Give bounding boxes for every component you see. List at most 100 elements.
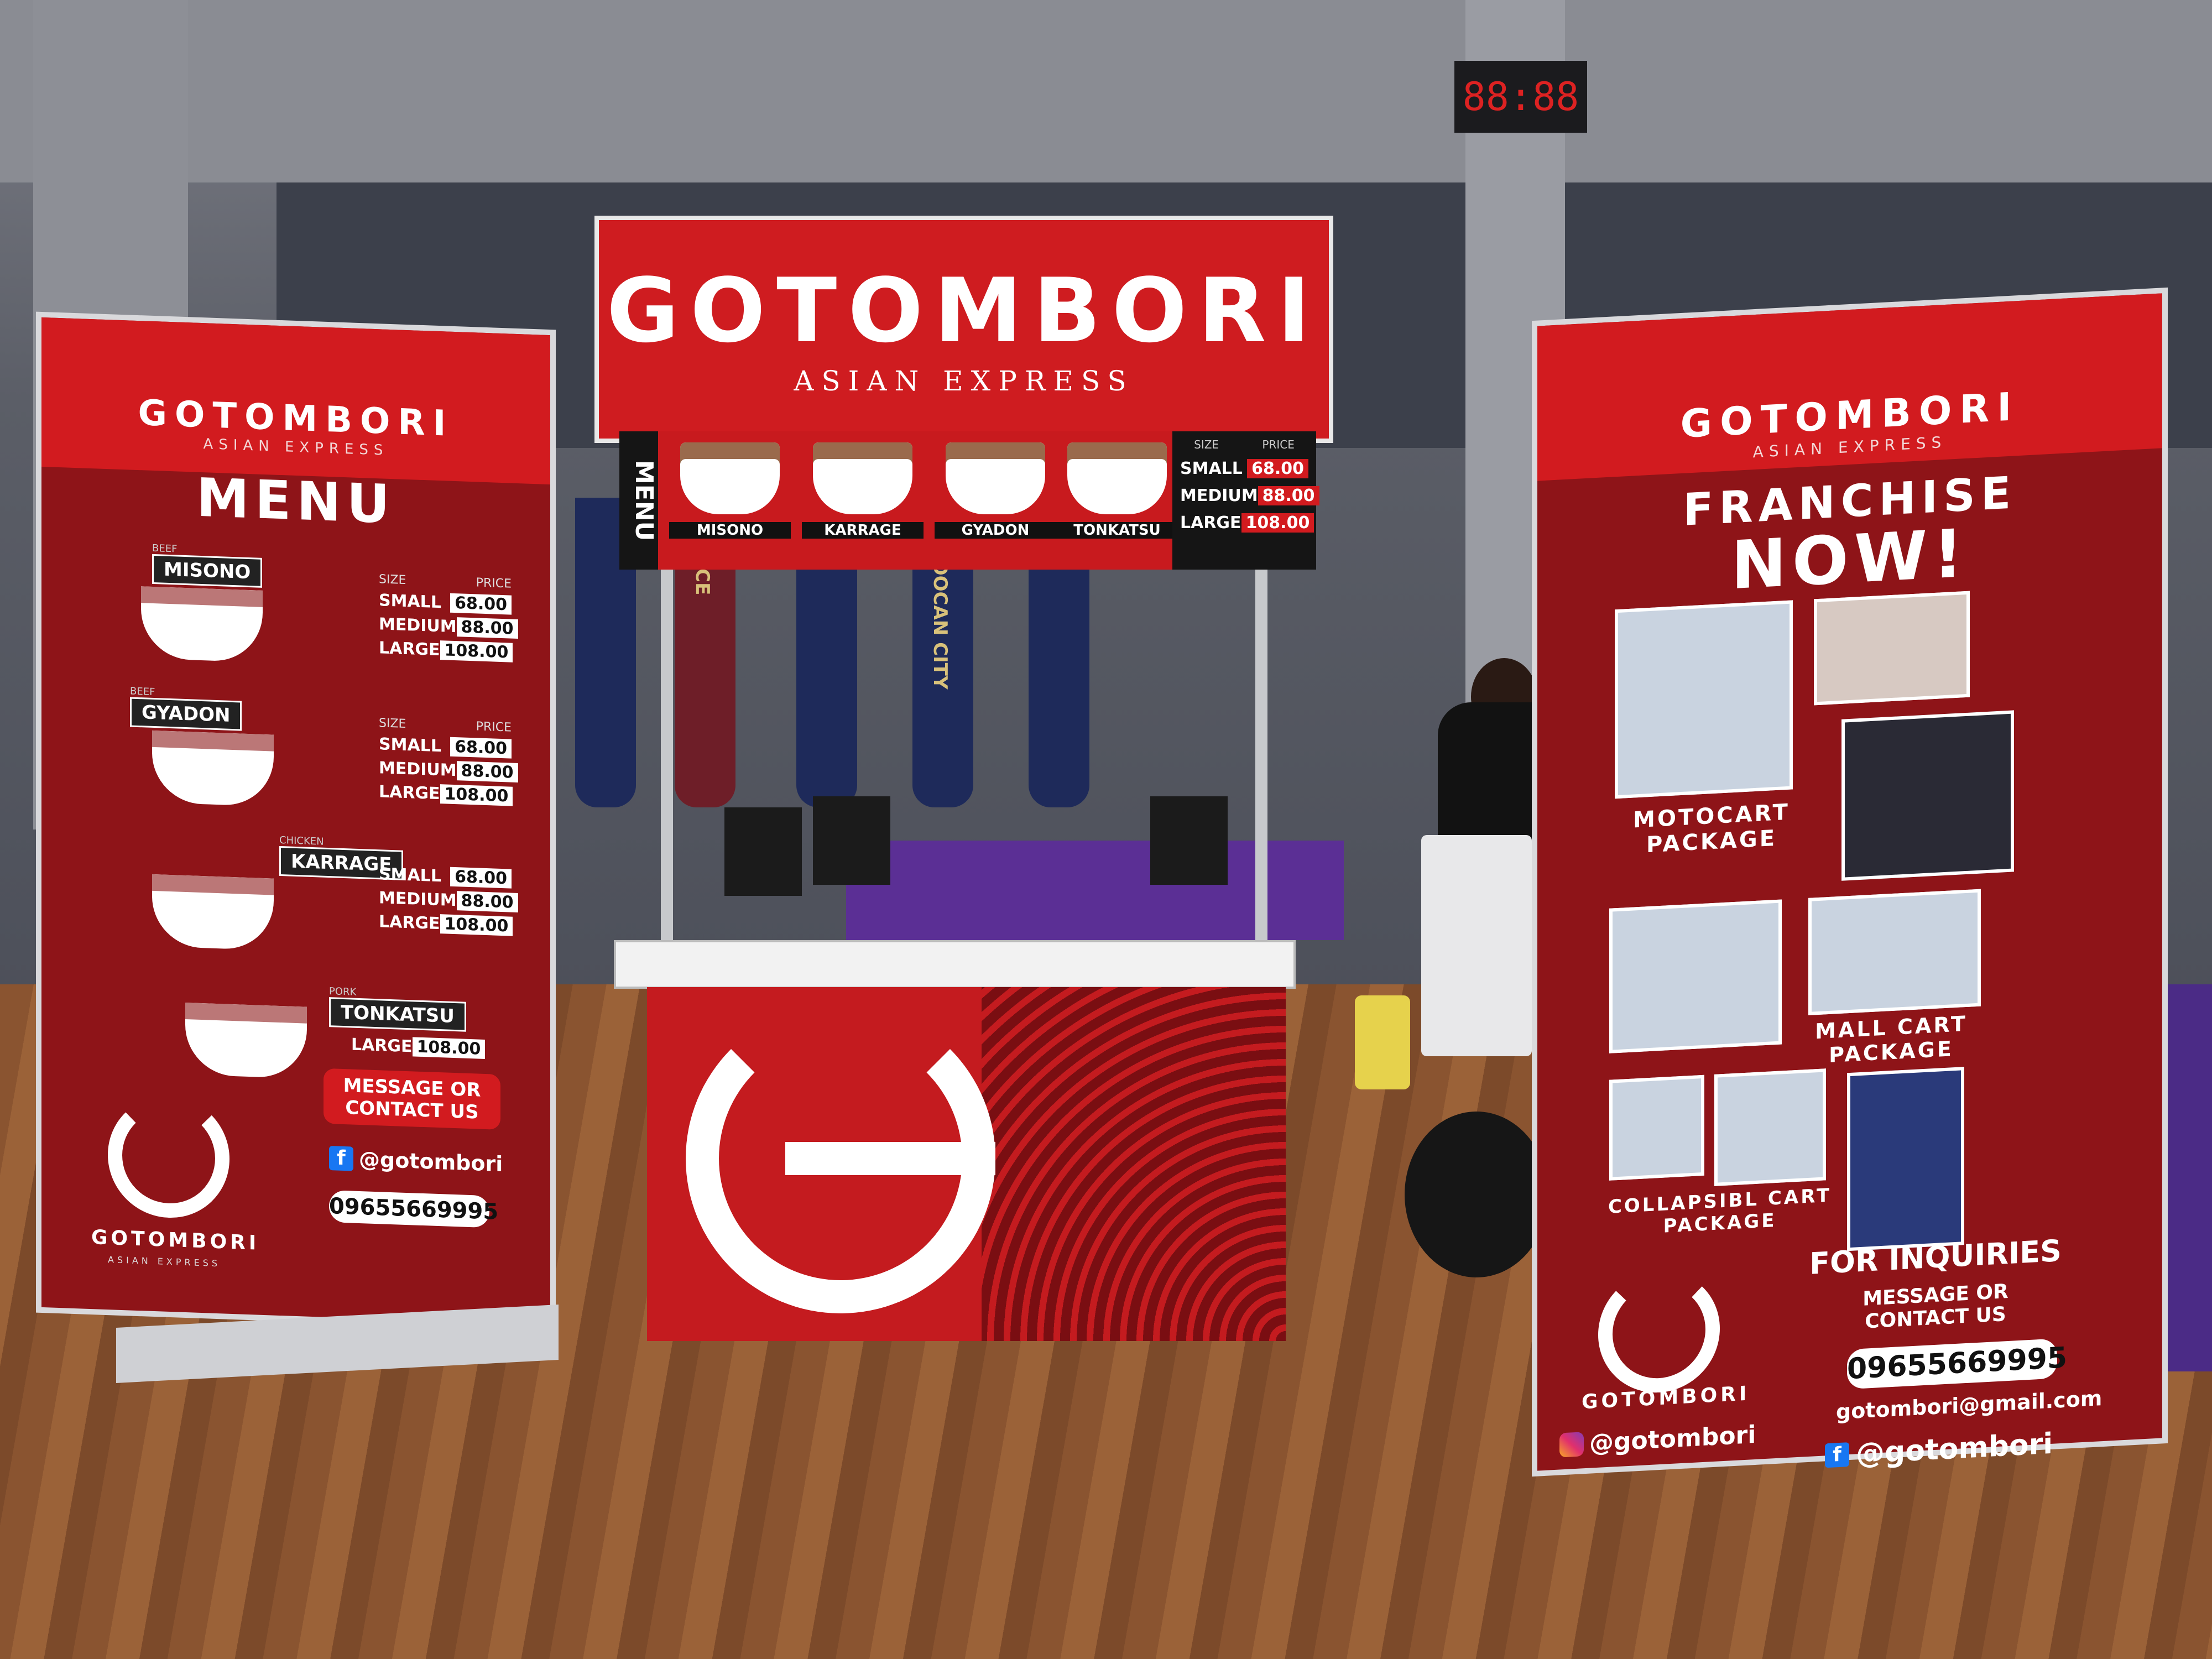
banner-header: GOTOMBORI ASIAN EXPRESS	[41, 317, 550, 485]
person-legs	[1421, 835, 1532, 1056]
purple-table	[846, 841, 1344, 940]
dish-image	[1067, 442, 1167, 514]
g-logo	[108, 1094, 229, 1220]
logo-brand: GOTOMBORI	[91, 1226, 260, 1255]
price-value: 88.00	[456, 761, 518, 783]
package-label: MOTOCART PACKAGE	[1633, 799, 1790, 858]
price-value: 68.00	[1247, 459, 1308, 478]
size-label: MEDIUM	[379, 614, 457, 637]
size-label: SMALL	[1180, 459, 1243, 478]
size-label: LARGE	[379, 638, 440, 660]
instagram-text: @gotombori	[1589, 1420, 1756, 1458]
contact-cta: MESSAGE OR CONTACT US	[1863, 1280, 2008, 1333]
g-logo-bar	[785, 1142, 995, 1175]
price-value: 108.00	[1241, 513, 1314, 533]
menu-strip: MENU MISONO KARRAGE GYADON TONKATSU SIZE…	[619, 431, 1319, 570]
dish-image	[152, 874, 274, 951]
price-value: 68.00	[450, 867, 512, 889]
digital-clock: 88:88	[1454, 61, 1587, 133]
price-list: SIZE PRICE SMALL 68.00 MEDIUM 88.00 LARGE 10…	[379, 572, 518, 666]
trash-bag	[1405, 1112, 1548, 1277]
size-label: MEDIUM	[379, 758, 457, 781]
contact-cta: MESSAGE OR CONTACT US	[324, 1068, 500, 1130]
strip-item-name: MISONO	[669, 522, 791, 539]
dish-image	[680, 442, 780, 514]
price-header: PRICE	[476, 576, 512, 591]
price-header: PRICE	[1262, 438, 1295, 451]
sign-subtitle: ASIAN EXPRESS	[794, 365, 1134, 397]
size-header: SIZE	[379, 572, 406, 587]
package-label: COLLAPSIBL CART PACKAGE	[1608, 1184, 1832, 1238]
kiosk-sign: GOTOMBORI ASIAN EXPRESS	[594, 216, 1333, 443]
facebook-text: @gotombori	[359, 1146, 503, 1177]
strip-item-name: TONKATSU	[1056, 522, 1178, 539]
size-label: LARGE	[379, 782, 440, 804]
dish-misono: BEEF MISONO	[152, 542, 263, 588]
dish-name: TONKATSU	[329, 997, 466, 1032]
size-label: LARGE	[1180, 513, 1241, 533]
strip-item-name: KARRAGE	[802, 522, 924, 539]
instagram-handle: @gotombori	[1559, 1421, 1756, 1459]
franchise-banner: GOTOMBORI ASIAN EXPRESS FRANCHISE NOW! M…	[1537, 293, 2162, 1471]
cart-photo	[1847, 1067, 1964, 1251]
facebook-icon: f	[1825, 1442, 1849, 1468]
inquiries-heading: FOR INQUIRIES	[1809, 1233, 2062, 1281]
chair	[724, 807, 802, 896]
price-value: 88.00	[456, 617, 518, 639]
price-value: 88.00	[1258, 486, 1319, 505]
email-address: gotombori@gmail.com	[1836, 1386, 2103, 1425]
chair	[1150, 796, 1228, 885]
motocart-render	[1814, 591, 1970, 706]
dish-image	[185, 1003, 307, 1079]
counter-top	[614, 940, 1296, 989]
strip-item-gyadon: GYADON	[935, 442, 1056, 559]
price-list: LARGE 108.00	[351, 1030, 486, 1063]
kiosk-pole	[1255, 570, 1267, 968]
package-label: MALL CART PACKAGE	[1815, 1011, 1968, 1067]
strip-item-tonkatsu: TONKATSU	[1056, 442, 1178, 559]
instagram-icon	[1559, 1431, 1584, 1458]
kiosk-pole	[661, 570, 673, 946]
size-label: SMALL	[379, 734, 441, 757]
collapsible-cart-render	[1609, 1074, 1704, 1181]
banner-header: GOTOMBORI ASIAN EXPRESS	[1537, 293, 2162, 481]
strip-price-list: SIZE PRICE SMALL 68.00 MEDIUM 88.00 LARG…	[1172, 431, 1319, 570]
yellow-jug	[1355, 995, 1410, 1089]
kiosk-counter	[647, 987, 1286, 1341]
strip-item-misono: MISONO	[669, 442, 791, 559]
size-label: SMALL	[379, 864, 441, 886]
facebook-icon: f	[329, 1146, 353, 1171]
size-header: SIZE	[1194, 438, 1219, 451]
price-value: 108.00	[440, 914, 513, 936]
logo-subtitle: ASIAN EXPRESS	[108, 1254, 221, 1269]
wave-pattern	[982, 987, 1286, 1341]
price-list: SIZE PRICE SMALL 68.00 MEDIUM 88.00 LARGE 10…	[379, 716, 518, 810]
size-header: SIZE	[379, 716, 406, 731]
dish-image	[141, 586, 263, 662]
size-label: LARGE	[379, 912, 440, 934]
chair	[813, 796, 890, 885]
price-list: SMALL 68.00 MEDIUM 88.00 LARGE 108.00	[379, 860, 518, 940]
strip-menu-label: MENU	[619, 431, 658, 570]
mall-cart-render	[1609, 899, 1782, 1053]
cart-photo	[1841, 710, 2014, 881]
dish-tonkatsu: PORK TONKATSU	[329, 985, 466, 1032]
size-label: LARGE	[351, 1035, 413, 1057]
mall-cart-render	[1808, 889, 1981, 1015]
dish-image	[813, 442, 912, 514]
menu-banner: GOTOMBORI ASIAN EXPRESS MENU BEEF MISONO…	[41, 317, 550, 1326]
dish-image	[946, 442, 1045, 514]
dish-name: GYADON	[130, 697, 242, 731]
phone-number: 09655669995	[329, 1190, 498, 1228]
facebook-handle: f @gotombori	[329, 1146, 503, 1176]
size-label: SMALL	[379, 591, 441, 613]
sign-brand: GOTOMBORI	[606, 259, 1322, 362]
motocart-photo	[1615, 600, 1793, 799]
g-logo	[1598, 1267, 1720, 1396]
price-value: 108.00	[440, 784, 513, 806]
phone-number: 09655669995	[1847, 1338, 2067, 1390]
price-value: 68.00	[450, 593, 512, 615]
size-label: MEDIUM	[379, 888, 457, 911]
price-value: 108.00	[412, 1037, 486, 1059]
dish-gyadon: BEEF GYADON	[130, 686, 242, 731]
